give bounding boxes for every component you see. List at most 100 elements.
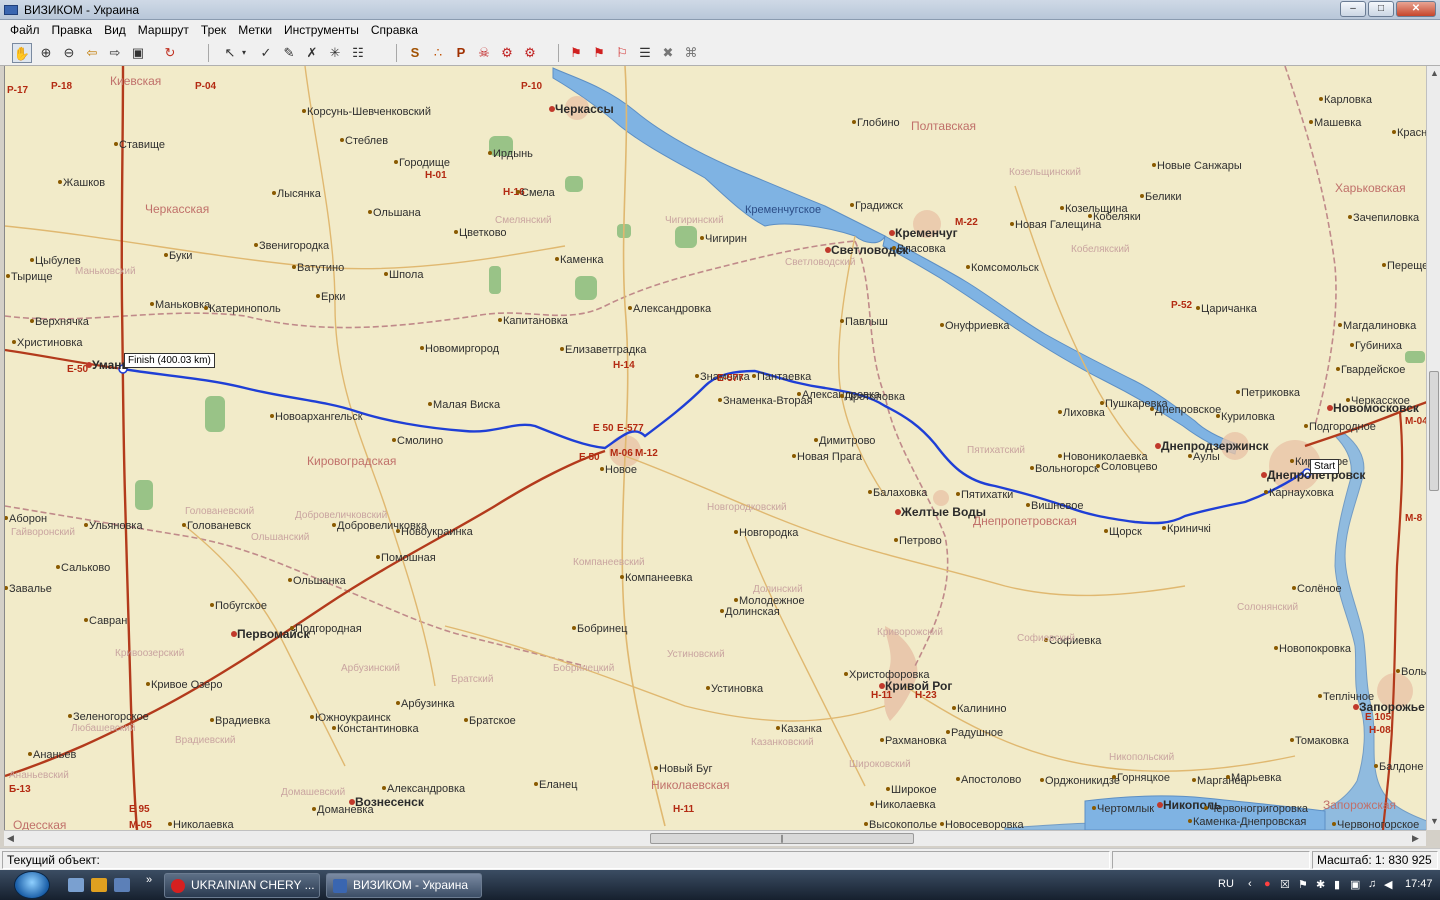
tray-expand-icon[interactable]: ‹ — [1248, 878, 1252, 890]
route-tool-2-icon[interactable]: ⚙ — [497, 43, 517, 63]
network-icon[interactable]: ☒ — [1280, 878, 1290, 891]
forest-patch — [1405, 351, 1425, 363]
place-label-town: Казанка — [781, 723, 823, 735]
points-icon[interactable]: ∴ — [428, 43, 448, 63]
place-label-town: Бобринец — [577, 623, 628, 635]
place-dot — [1348, 215, 1352, 219]
window-switcher-icon[interactable] — [114, 878, 130, 892]
start-label[interactable]: Start — [1310, 459, 1340, 474]
scroll-down-icon[interactable]: ▼ — [1430, 816, 1439, 826]
place-dot — [332, 523, 336, 527]
title-bar: ВИЗИКОМ - Украина – □ ✕ — [0, 0, 1440, 20]
hand-tool-icon[interactable]: ✋ — [12, 43, 32, 63]
full-extent-icon[interactable]: ▣ — [128, 43, 148, 63]
flag-hide-icon[interactable]: ✖ — [658, 43, 678, 63]
route-check-icon[interactable]: ✓ — [256, 43, 276, 63]
system-tray: RU ‹ ● ☒ ⚑ ✱ ▮ ▣ ♫ ◀ 17:47 — [1210, 870, 1440, 900]
place-dot — [58, 180, 62, 184]
volume-icon[interactable]: ♫ — [1368, 878, 1376, 890]
place-label-district: Любашевский — [71, 722, 135, 734]
chevron-down-icon[interactable]: ▾ — [238, 43, 250, 63]
zoom-out-icon[interactable]: ⊖ — [59, 43, 79, 63]
place-dot — [146, 682, 150, 686]
place-dot — [870, 802, 874, 806]
flag-show-icon[interactable]: ⌘ — [681, 43, 701, 63]
horizontal-scroll-thumb[interactable]: ∥ — [650, 833, 914, 844]
place-label-town: Звенигородка — [259, 240, 330, 252]
menu-help[interactable]: Справка — [365, 23, 424, 37]
flag-add-icon[interactable]: ⚑ — [589, 43, 609, 63]
menu-track[interactable]: Трек — [195, 23, 232, 37]
place-dot — [498, 318, 502, 322]
place-dot — [1319, 97, 1323, 101]
toolbar: ✋ ⊕ ⊖ ⇦ ⇨ ▣ ↻ ↖ ▾ ✓ ✎ ✗ ✳ ☷ S ∴ P ☠ ⚙ ⚙ … — [0, 40, 1440, 66]
menu-edit[interactable]: Правка — [46, 23, 99, 37]
flag-list-icon[interactable]: ☰ — [635, 43, 655, 63]
parking-p-icon[interactable]: P — [451, 43, 471, 63]
start-button[interactable] — [14, 871, 50, 899]
task-label: UKRAINIAN CHERY ... — [191, 878, 315, 892]
clock[interactable]: 17:47 — [1405, 878, 1433, 890]
scroll-left-icon[interactable]: ◀ — [7, 833, 14, 844]
place-label-road: Н-08 — [1369, 725, 1391, 736]
place-label-oblast: Николаевская — [651, 778, 729, 792]
scale-status: Масштаб: 1: 830 925 — [1312, 851, 1438, 869]
minimize-button[interactable]: – — [1340, 1, 1366, 17]
horizontal-scrollbar[interactable]: ◀ ∥ ▶ — [4, 830, 1426, 846]
place-label-town: Смела — [521, 187, 556, 199]
select-arrow-icon[interactable]: ↖ — [220, 43, 240, 63]
route-tool-1-icon[interactable]: ☠ — [474, 43, 494, 63]
media-player-icon[interactable] — [91, 878, 107, 892]
connection-icon[interactable]: ▣ — [1350, 878, 1360, 891]
close-button[interactable]: ✕ — [1396, 1, 1436, 17]
menu-marks[interactable]: Метки — [232, 23, 278, 37]
quicklaunch-chevron-icon[interactable]: » — [146, 874, 152, 886]
place-dot — [168, 822, 172, 826]
scroll-up-icon[interactable]: ▲ — [1430, 68, 1439, 78]
vizicom-icon — [333, 879, 347, 893]
language-indicator[interactable]: RU — [1218, 878, 1234, 890]
task-vizicom[interactable]: ВИЗИКОМ - Украина — [326, 873, 482, 898]
finish-label[interactable]: Finish (400.03 km) — [124, 353, 215, 368]
battery-icon[interactable]: ▮ — [1334, 878, 1340, 891]
opera-tray-icon[interactable]: ● — [1264, 878, 1271, 890]
route-tool-3-icon[interactable]: ⚙ — [520, 43, 540, 63]
flag-icon[interactable]: ⚑ — [566, 43, 586, 63]
place-dot — [850, 203, 854, 207]
place-label-road: М-04 — [1405, 416, 1426, 427]
refresh-icon[interactable]: ↻ — [160, 43, 180, 63]
back-arrow-icon[interactable]: ⇦ — [82, 43, 102, 63]
route-edit-icon[interactable]: ✎ — [279, 43, 299, 63]
menu-route[interactable]: Маршрут — [132, 23, 195, 37]
menu-view[interactable]: Вид — [98, 23, 132, 37]
route-grid-icon[interactable]: ☷ — [348, 43, 368, 63]
scroll-right-icon[interactable]: ▶ — [1412, 833, 1419, 844]
place-label-road: Е-577 — [717, 373, 744, 384]
search-s-icon[interactable]: S — [405, 43, 425, 63]
place-dot — [1396, 669, 1400, 673]
zoom-in-icon[interactable]: ⊕ — [36, 43, 56, 63]
map-svg[interactable]: Киевская Р-04 Р-18 Р-17 Р-10 Корсунь-Шевченко… — [5, 66, 1426, 830]
vertical-scrollbar[interactable]: ▲ ▼ — [1426, 66, 1440, 830]
menu-tools[interactable]: Инструменты — [278, 23, 365, 37]
menu-bar: Файл Правка Вид Маршрут Трек Метки Инстр… — [0, 20, 1440, 40]
show-desktop-icon[interactable] — [68, 878, 84, 892]
security-icon[interactable]: ⚑ — [1298, 878, 1308, 891]
place-label-town: Сальково — [61, 562, 110, 574]
route-delete-icon[interactable]: ✗ — [302, 43, 322, 63]
sound-icon[interactable]: ◀ — [1384, 878, 1392, 891]
task-opera[interactable]: UKRAINIAN CHERY ... — [164, 873, 320, 898]
place-label-road: М-06 — [610, 448, 633, 459]
place-label-town: Ерки — [321, 291, 345, 303]
place-label-town: Знаменка-Вторая — [723, 395, 813, 407]
place-label-town: Глобино — [857, 117, 900, 129]
maximize-button[interactable]: □ — [1368, 1, 1394, 17]
map-canvas[interactable]: Киевская Р-04 Р-18 Р-17 Р-10 Корсунь-Шевченко… — [4, 66, 1426, 830]
vertical-scroll-thumb[interactable] — [1429, 371, 1439, 491]
menu-file[interactable]: Файл — [0, 23, 46, 37]
forward-arrow-icon[interactable]: ⇨ — [105, 43, 125, 63]
star-icon[interactable]: ✳ — [325, 43, 345, 63]
bluetooth-icon[interactable]: ✱ — [1316, 878, 1325, 891]
flag-remove-icon[interactable]: ⚐ — [612, 43, 632, 63]
place-dot — [572, 626, 576, 630]
